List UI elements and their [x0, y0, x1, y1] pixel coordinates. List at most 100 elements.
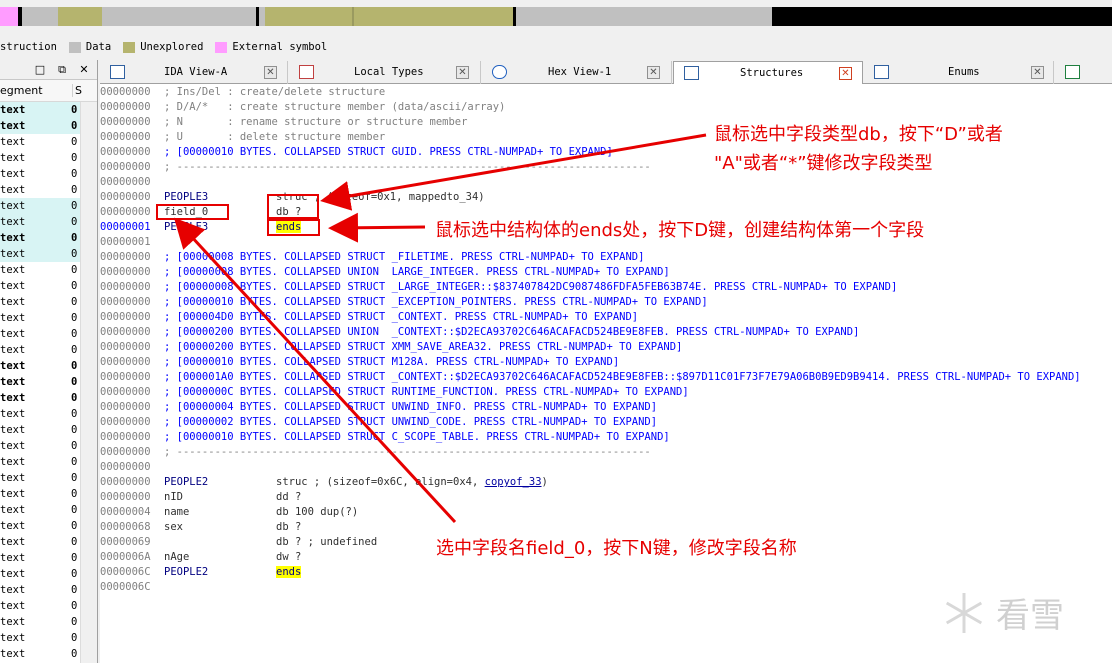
symbol-name[interactable]: PEOPLE3 — [164, 190, 208, 205]
copyof-link[interactable]: copyof_33 — [485, 476, 542, 488]
segment-start: 0 — [71, 632, 78, 644]
line-address: 00000000 — [100, 341, 151, 353]
segment-name: text — [0, 552, 26, 564]
segment-start: 0 — [71, 648, 78, 660]
collapsed-struct-comment[interactable]: ; [00000008 BYTES. COLLAPSED STRUCT _LAR… — [164, 280, 897, 295]
line-address: 00000004 — [100, 506, 151, 518]
tab-structures[interactable]: Structures ✕ — [673, 61, 863, 85]
collapsed-struct-comment[interactable]: ; [00000002 BYTES. COLLAPSED STRUCT UNWI… — [164, 415, 657, 430]
tab-ida-view-a[interactable]: IDA View-A ✕ — [100, 61, 288, 84]
symbol-name[interactable]: sex — [164, 520, 183, 535]
close-icon[interactable]: ✕ — [264, 66, 277, 79]
segment-name: text — [0, 440, 26, 452]
symbol-name[interactable]: nAge — [164, 550, 189, 565]
tab-local-types[interactable]: Local Types ✕ — [289, 61, 481, 84]
segment-name: text — [0, 120, 26, 132]
close-icon[interactable]: ✕ — [77, 63, 91, 77]
collapsed-struct-comment[interactable]: ; [00000010 BYTES. COLLAPSED STRUCT M128… — [164, 355, 619, 370]
line-address: 00000000 — [100, 86, 151, 98]
member-definition[interactable]: db 100 dup(?) — [276, 506, 358, 518]
member-definition[interactable]: db ? — [276, 521, 301, 533]
collapsed-struct-comment[interactable]: ; [00000008 BYTES. COLLAPSED STRUCT _FIL… — [164, 250, 644, 265]
segment-name: text — [0, 376, 26, 388]
line-address: 00000000 — [100, 476, 151, 488]
symbol-name[interactable]: PEOPLE2 — [164, 475, 208, 490]
segment-start: 0 — [71, 424, 78, 436]
collapsed-struct-comment[interactable]: ; [00000200 BYTES. COLLAPSED STRUCT XMM_… — [164, 340, 682, 355]
line-address: 0000006A — [100, 551, 151, 563]
legend-item: Data — [63, 41, 111, 53]
segment-name: text — [0, 408, 26, 420]
float-icon[interactable]: ⧉ — [55, 63, 69, 77]
line-address: 00000000 — [100, 161, 151, 173]
annotation-rename-field: 选中字段名field_0，按下N键，修改字段名称 — [436, 538, 797, 559]
tab-imports[interactable] — [1055, 61, 1112, 84]
column-header-start[interactable]: S — [72, 84, 82, 97]
structures-listing[interactable]: 00000000 ; Ins/Del : create/delete struct… — [100, 84, 1112, 663]
line-address: 00000000 — [100, 266, 151, 278]
symbol-name[interactable]: PEOPLE2 — [164, 565, 208, 580]
segment-start: 0 — [71, 344, 78, 356]
collapsed-struct-comment[interactable]: ; [000004D0 BYTES. COLLAPSED STRUCT _CON… — [164, 310, 638, 325]
segment-start: 0 — [71, 120, 78, 132]
segment-start: 0 — [71, 504, 78, 516]
nav-segment-data — [22, 7, 58, 26]
line-operand: struc ; (sizeof=0x6C, align=0x4, copyof_… — [276, 475, 548, 490]
tab-label: Hex View-1 — [548, 66, 612, 78]
collapsed-struct-comment[interactable]: ; [00000008 BYTES. COLLAPSED UNION LARGE… — [164, 265, 670, 280]
watermark: 看雪 — [940, 588, 1064, 637]
tab-label: IDA View-A — [164, 66, 228, 78]
segment-name: text — [0, 456, 26, 468]
tab-hex-view-1[interactable]: Hex View-1 ✕ — [482, 61, 672, 84]
line-address: 00000001 — [100, 236, 151, 248]
segment-start: 0 — [71, 376, 78, 388]
segment-name: text — [0, 136, 26, 148]
navigation-strip[interactable] — [0, 7, 1112, 26]
segment-name: text — [0, 472, 26, 484]
segment-start: 0 — [71, 456, 78, 468]
member-definition[interactable]: struc ; (sizeof=0x6C, align=0x4, — [276, 476, 485, 488]
segment-name: text — [0, 648, 26, 660]
collapsed-struct-comment[interactable]: ; [00000200 BYTES. COLLAPSED UNION _CONT… — [164, 325, 859, 340]
line-address: 00000069 — [100, 536, 151, 548]
segment-start: 0 — [71, 520, 78, 532]
close-icon[interactable]: ✕ — [647, 66, 660, 79]
restore-icon[interactable]: □ — [33, 63, 47, 77]
line-address: 00000000 — [100, 311, 151, 323]
structures-icon — [684, 66, 699, 80]
segment-start: 0 — [71, 312, 78, 324]
symbol-name[interactable]: name — [164, 505, 189, 520]
collapsed-struct-comment[interactable]: ; [00000010 BYTES. COLLAPSED STRUCT GUID… — [164, 145, 613, 160]
column-header-segment[interactable]: egment — [0, 84, 43, 97]
navigation-band[interactable] — [0, 0, 1112, 32]
nav-segment-unexplored — [58, 7, 102, 26]
legend-label: Data — [85, 41, 112, 53]
close-icon[interactable]: ✕ — [839, 67, 852, 80]
tab-enums[interactable]: Enums ✕ — [864, 61, 1054, 84]
member-definition[interactable]: db ? ; undefined — [276, 536, 377, 548]
close-icon[interactable]: ✕ — [456, 66, 469, 79]
ends-keyword[interactable]: ends — [276, 566, 302, 578]
symbol-name[interactable]: PEOPLE3 — [164, 220, 208, 235]
collapsed-struct-comment[interactable]: ; [0000000C BYTES. COLLAPSED STRUCT RUNT… — [164, 385, 689, 400]
collapsed-struct-comment[interactable]: ; [00000010 BYTES. COLLAPSED STRUCT C_SC… — [164, 430, 670, 445]
segment-name: text — [0, 360, 26, 372]
collapsed-struct-comment[interactable]: ; [00000004 BYTES. COLLAPSED STRUCT UNWI… — [164, 400, 657, 415]
collapsed-struct-comment[interactable]: ; [00000010 BYTES. COLLAPSED STRUCT _EXC… — [164, 295, 708, 310]
segment-name: text — [0, 424, 26, 436]
member-definition[interactable]: dw ? — [276, 551, 301, 563]
member-definition[interactable]: dd ? — [276, 491, 301, 503]
comment-text: ; N : rename structure or structure memb… — [164, 116, 468, 128]
collapsed-struct-comment[interactable]: ; [000001A0 BYTES. COLLAPSED STRUCT _CON… — [164, 370, 1081, 385]
segment-name: text — [0, 504, 26, 516]
segment-name: text — [0, 152, 26, 164]
legend-label: struction — [0, 41, 57, 53]
vertical-scrollbar[interactable] — [80, 102, 97, 663]
segment-name: text — [0, 296, 26, 308]
legend-label: External symbol — [232, 41, 328, 53]
segment-start: 0 — [71, 152, 78, 164]
segment-name: text — [0, 616, 26, 628]
close-icon[interactable]: ✕ — [1031, 66, 1044, 79]
segment-name: text — [0, 600, 26, 612]
symbol-name[interactable]: nID — [164, 490, 183, 505]
